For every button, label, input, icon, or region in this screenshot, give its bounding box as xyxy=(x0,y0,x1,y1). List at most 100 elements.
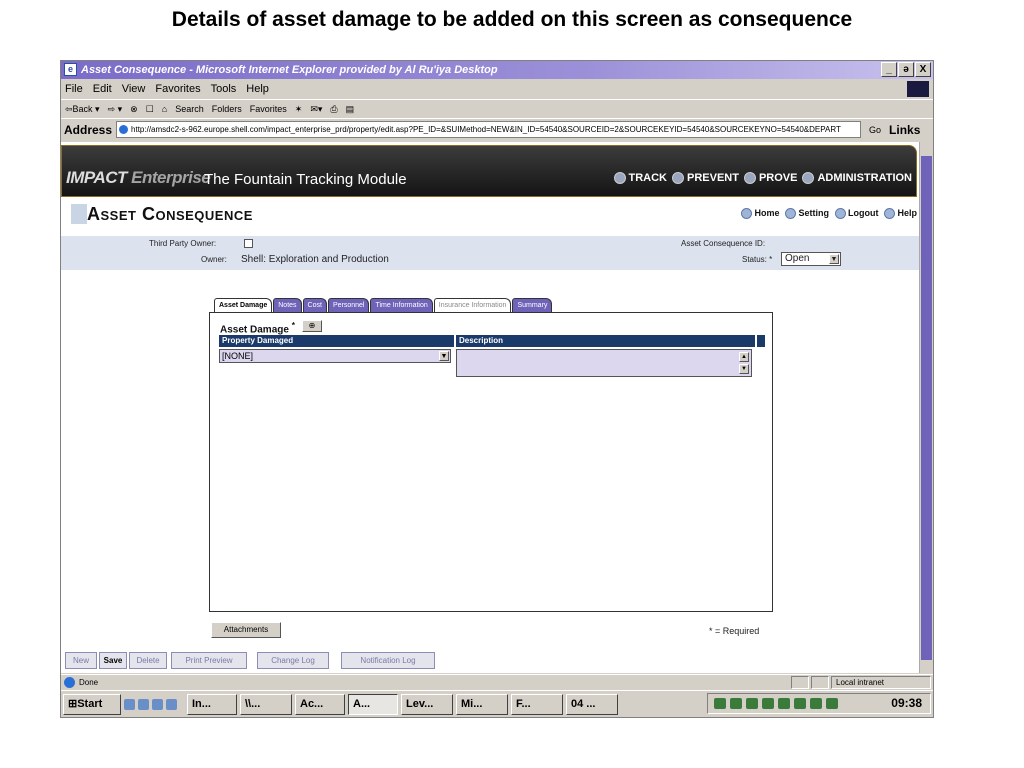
status-select[interactable]: Open ▼ xyxy=(781,252,841,266)
change-log-button[interactable]: Change Log xyxy=(257,652,329,669)
status-cell xyxy=(811,676,829,689)
third-party-label: Third Party Owner: xyxy=(149,239,217,248)
taskbar-item[interactable]: Ac... xyxy=(295,693,345,715)
ie-icon[interactable] xyxy=(124,698,135,710)
attachments-button[interactable]: Attachments xyxy=(211,622,281,638)
asset-consequence-id-label: Asset Consequence ID: xyxy=(681,239,766,248)
scrollbar-thumb[interactable] xyxy=(921,156,932,660)
menu-edit[interactable]: Edit xyxy=(93,80,112,98)
menu-favorites[interactable]: Favorites xyxy=(155,80,200,98)
desktop-icon[interactable] xyxy=(152,698,163,710)
scroll-up-icon[interactable]: ▲ xyxy=(739,352,749,362)
menu-view[interactable]: View xyxy=(122,80,146,98)
search-button[interactable]: Search xyxy=(175,100,204,117)
tab-insurance-information[interactable]: Insurance Information xyxy=(433,298,512,312)
tab-personnel[interactable]: Personnel xyxy=(327,298,370,312)
tray-icon[interactable] xyxy=(762,698,774,709)
mail-icon[interactable]: ✉▾ xyxy=(310,100,322,117)
add-row-button[interactable]: ⊕ xyxy=(302,320,322,332)
nav-prevent[interactable]: PREVENT xyxy=(672,172,739,185)
back-button[interactable]: ⇦Back ▾ xyxy=(65,100,100,117)
owner-label: Owner: xyxy=(201,255,227,264)
description-textarea[interactable]: ▲ ▼ xyxy=(456,349,752,377)
refresh-icon[interactable]: ☐ xyxy=(146,100,154,117)
outlook-icon[interactable] xyxy=(138,698,149,710)
address-input[interactable]: http://amsdc2-s-962.europe.shell.com/imp… xyxy=(116,121,862,138)
taskbar-item[interactable]: F... xyxy=(511,693,563,715)
window-titlebar[interactable]: e Asset Consequence - Microsoft Internet… xyxy=(61,61,933,79)
nav-prove[interactable]: PROVE xyxy=(743,172,797,185)
taskbar-item[interactable]: 04 ... xyxy=(566,693,618,715)
search-icon[interactable] xyxy=(826,698,838,709)
history-icon[interactable]: ✶ xyxy=(295,100,303,117)
track-icon xyxy=(613,172,626,185)
tray-icon[interactable] xyxy=(794,698,806,709)
system-tray: 09:38 xyxy=(707,693,931,714)
delete-button[interactable]: Delete xyxy=(129,652,167,669)
column-divider xyxy=(755,335,757,347)
tab-summary[interactable]: Summary xyxy=(512,298,553,312)
tray-icon[interactable] xyxy=(746,698,758,709)
taskbar-item[interactable]: In... xyxy=(187,693,237,715)
links-button[interactable]: Links xyxy=(889,123,920,137)
folders-button[interactable]: Folders xyxy=(212,100,242,117)
menu-bar: File Edit View Favorites Tools Help xyxy=(61,80,933,98)
help-icon xyxy=(884,208,896,220)
save-button[interactable]: Save xyxy=(99,652,127,669)
window-title: Asset Consequence - Microsoft Internet E… xyxy=(81,64,498,76)
info-panel: Third Party Owner: Owner: Shell: Explora… xyxy=(61,236,919,270)
status-bar: Done Local intranet xyxy=(61,674,933,689)
module-title: The Fountain Tracking Module xyxy=(204,171,407,188)
taskbar-item[interactable]: Lev... xyxy=(401,693,453,715)
setting-link[interactable]: Setting xyxy=(785,208,829,220)
maximize-button[interactable]: ə xyxy=(898,62,914,77)
menu-file[interactable]: File xyxy=(65,80,83,98)
go-button[interactable]: Go xyxy=(869,125,881,135)
clock: 09:38 xyxy=(891,696,922,710)
taskbar-item[interactable]: \\... xyxy=(240,693,292,715)
minimize-button[interactable]: _ xyxy=(881,62,897,77)
taskbar-item-active[interactable]: A... xyxy=(348,693,398,715)
home-icon[interactable]: ⌂ xyxy=(162,100,167,117)
page-content: IMPACT Enterprise The Fountain Tracking … xyxy=(61,142,919,673)
tab-asset-damage[interactable]: Asset Damage xyxy=(214,298,273,312)
menu-help[interactable]: Help xyxy=(246,80,269,98)
app-banner: IMPACT Enterprise The Fountain Tracking … xyxy=(61,145,917,197)
forward-button[interactable]: ⇨ ▾ xyxy=(108,100,123,117)
network-icon[interactable] xyxy=(778,698,790,709)
grid-header: Property Damaged Description xyxy=(219,335,765,347)
header-links: Home Setting Logout Help xyxy=(741,208,917,220)
menu-tools[interactable]: Tools xyxy=(211,80,237,98)
folder-icon[interactable] xyxy=(166,698,177,710)
prevent-icon xyxy=(672,172,684,185)
new-button[interactable]: New xyxy=(65,652,97,669)
edit-icon[interactable]: ▤ xyxy=(346,100,355,117)
tab-notes[interactable]: Notes xyxy=(273,298,302,312)
tab-time-information[interactable]: Time Information xyxy=(370,298,433,312)
nav-administration[interactable]: ADMINISTRATION xyxy=(802,172,912,185)
taskbar-item[interactable]: Mi... xyxy=(456,693,508,715)
help-link[interactable]: Help xyxy=(884,208,917,220)
administration-icon xyxy=(802,172,815,185)
start-button[interactable]: ⊞Start xyxy=(63,693,121,715)
tray-icon[interactable] xyxy=(810,698,822,709)
notification-log-button[interactable]: Notification Log xyxy=(341,652,435,669)
close-button[interactable]: X xyxy=(915,62,931,77)
logo-sub: Enterprise xyxy=(131,168,211,187)
scroll-down-icon[interactable]: ▼ xyxy=(739,364,749,374)
page-scrollbar[interactable] xyxy=(919,142,933,673)
favorites-button[interactable]: Favorites xyxy=(250,100,287,117)
print-preview-button[interactable]: Print Preview xyxy=(171,652,247,669)
home-link[interactable]: Home xyxy=(741,208,779,220)
print-icon[interactable]: ⎙ xyxy=(330,100,337,117)
tab-cost[interactable]: Cost xyxy=(302,298,327,312)
logout-link[interactable]: Logout xyxy=(834,208,878,220)
volume-icon[interactable] xyxy=(730,698,742,709)
asset-damage-form: Asset Damage * ⊕ Property Damaged Descri… xyxy=(209,312,773,612)
nav-track[interactable]: TRACK xyxy=(613,172,667,185)
col-description: Description xyxy=(459,336,504,345)
tray-icon[interactable] xyxy=(714,698,726,709)
third-party-checkbox[interactable] xyxy=(244,239,253,248)
property-damaged-select[interactable]: [NONE] ▼ xyxy=(219,349,451,363)
stop-icon[interactable]: ⊗ xyxy=(130,100,138,117)
